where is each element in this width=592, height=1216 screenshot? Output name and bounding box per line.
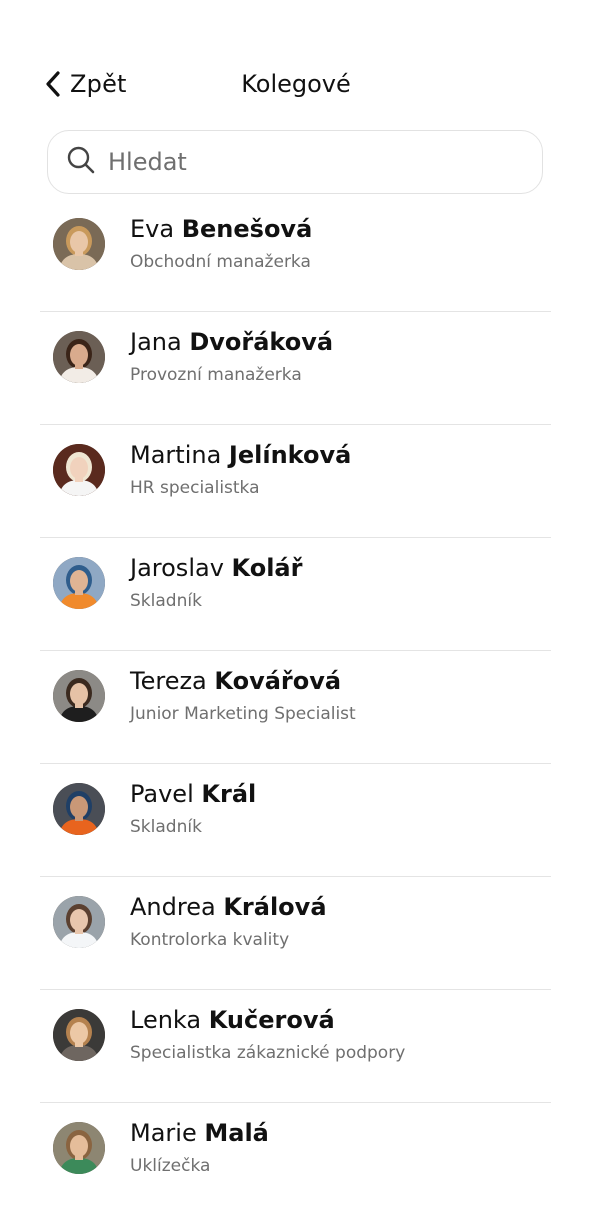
first-name: Jaroslav xyxy=(130,554,224,582)
colleague-role: Obchodní manažerka xyxy=(130,252,311,272)
avatar xyxy=(53,444,105,496)
last-name: Kolář xyxy=(231,554,303,582)
colleague-name: Tereza Kovářová xyxy=(130,665,341,697)
list-item[interactable]: Pavel Král Skladník xyxy=(40,764,551,877)
last-name: Malá xyxy=(204,1119,269,1147)
first-name: Andrea xyxy=(130,893,216,921)
colleague-name: Martina Jelínková xyxy=(130,439,351,471)
last-name: Jelínková xyxy=(228,441,352,469)
list-item[interactable]: Marie Malá Uklízečka xyxy=(40,1103,551,1216)
first-name: Pavel xyxy=(130,780,194,808)
last-name: Král xyxy=(201,780,257,808)
colleague-name: Lenka Kučerová xyxy=(130,1004,335,1036)
list-item[interactable]: Jana Dvořáková Provozní manažerka xyxy=(40,312,551,425)
list-item[interactable]: Eva Benešová Obchodní manažerka xyxy=(40,199,551,312)
colleague-role: Kontrolorka kvality xyxy=(130,930,290,950)
last-name: Králová xyxy=(223,893,327,921)
list-item[interactable]: Lenka Kučerová Specialistka zákaznické p… xyxy=(40,990,551,1103)
avatar xyxy=(53,896,105,948)
list-item[interactable]: Tereza Kovářová Junior Marketing Special… xyxy=(40,651,551,764)
last-name: Kovářová xyxy=(214,667,342,695)
colleague-list: Eva Benešová Obchodní manažerka Jana Dvo… xyxy=(40,199,551,1216)
colleague-role: Uklízečka xyxy=(130,1156,211,1176)
list-item[interactable]: Jaroslav Kolář Skladník xyxy=(40,538,551,651)
search-bar[interactable] xyxy=(47,130,543,194)
avatar xyxy=(53,1122,105,1174)
first-name: Marie xyxy=(130,1119,197,1147)
avatar xyxy=(53,670,105,722)
colleague-role: Junior Marketing Specialist xyxy=(130,704,356,724)
last-name: Benešová xyxy=(181,215,313,243)
first-name: Tereza xyxy=(130,667,207,695)
avatar xyxy=(53,557,105,609)
avatar xyxy=(53,331,105,383)
search-icon xyxy=(66,145,96,179)
colleague-role: Provozní manažerka xyxy=(130,365,302,385)
colleague-role: HR specialistka xyxy=(130,478,260,498)
search-input[interactable] xyxy=(108,148,508,176)
first-name: Eva xyxy=(130,215,175,243)
colleague-role: Skladník xyxy=(130,591,202,611)
last-name: Dvořáková xyxy=(189,328,334,356)
colleague-role: Skladník xyxy=(130,817,202,837)
first-name: Martina xyxy=(130,441,222,469)
colleague-name: Jana Dvořáková xyxy=(130,326,333,358)
colleague-role: Specialistka zákaznické podpory xyxy=(130,1043,406,1063)
page-title: Kolegové xyxy=(241,70,351,98)
top-bar: Zpět Kolegové xyxy=(0,58,592,110)
colleague-name: Jaroslav Kolář xyxy=(130,552,302,584)
first-name: Lenka xyxy=(130,1006,202,1034)
avatar xyxy=(53,218,105,270)
avatar xyxy=(53,1009,105,1061)
avatar xyxy=(53,783,105,835)
colleague-name: Andrea Králová xyxy=(130,891,327,923)
list-item[interactable]: Andrea Králová Kontrolorka kvality xyxy=(40,877,551,990)
list-item[interactable]: Martina Jelínková HR specialistka xyxy=(40,425,551,538)
colleague-name: Marie Malá xyxy=(130,1117,269,1149)
colleague-name: Pavel Král xyxy=(130,778,256,810)
last-name: Kučerová xyxy=(208,1006,335,1034)
first-name: Jana xyxy=(130,328,182,356)
colleague-name: Eva Benešová xyxy=(130,213,312,245)
